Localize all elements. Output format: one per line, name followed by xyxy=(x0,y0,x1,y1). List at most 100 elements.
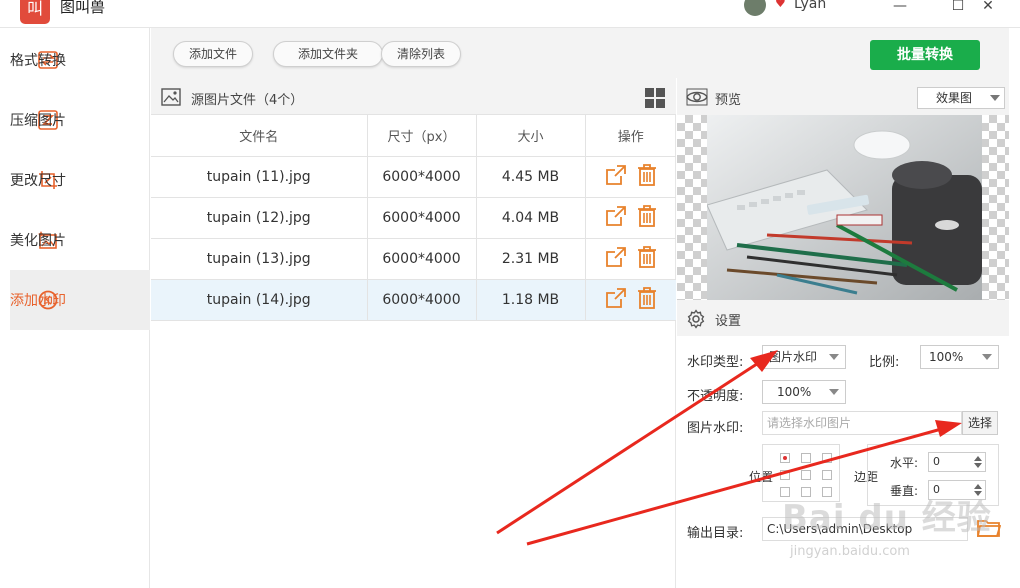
sidebar-item-resize[interactable]: 更改尺寸 xyxy=(10,150,150,210)
add-folder-button[interactable]: 添加文件夹 xyxy=(273,41,383,67)
position-cell-top-right[interactable] xyxy=(822,453,832,463)
clear-list-button[interactable]: 清除列表 xyxy=(381,41,461,67)
chevron-down-icon[interactable] xyxy=(974,463,982,468)
table-cell-size: 1.18 MB xyxy=(476,279,586,321)
position-cell-middle-right[interactable] xyxy=(822,470,832,480)
ratio-select[interactable]: 100% xyxy=(920,345,999,369)
watermark-image-input[interactable]: 请选择水印图片 xyxy=(762,411,962,435)
minimize-button[interactable]: — xyxy=(888,0,912,18)
table-cell-size-px: 6000*4000 xyxy=(367,156,477,198)
sidebar-item-format-convert[interactable]: 格式转换 xyxy=(10,30,150,90)
eye-icon xyxy=(686,88,708,110)
open-external-icon[interactable] xyxy=(605,287,627,313)
table-cell-name: tupain (12).jpg xyxy=(151,197,368,239)
batch-convert-button[interactable]: 批量转换 xyxy=(870,40,980,70)
sidebar-item-label: 压缩图片 xyxy=(10,113,66,129)
ratio-label: 比例: xyxy=(869,355,900,370)
table-cell-size-px: 6000*4000 xyxy=(367,279,477,321)
preview-mode-select[interactable]: 效果图 xyxy=(917,87,1005,109)
opacity-label: 不透明度: xyxy=(687,389,744,404)
open-external-icon[interactable] xyxy=(605,205,627,231)
table-cell-name: tupain (11).jpg xyxy=(151,156,368,198)
gear-icon xyxy=(686,309,706,333)
horizontal-label: 水平: xyxy=(890,456,919,470)
output-dir-value: C:\Users\admin\Desktop xyxy=(767,522,913,536)
toolbar: 添加文件 添加文件夹 清除列表 批量转换 xyxy=(151,28,1009,78)
position-cell-middle-center[interactable] xyxy=(801,470,811,480)
opacity-select[interactable]: 100% xyxy=(762,380,846,404)
table-cell-actions xyxy=(585,197,676,239)
avatar[interactable] xyxy=(744,0,766,16)
settings-title: 设置 xyxy=(715,314,742,329)
column-header-size: 大小 xyxy=(476,115,586,157)
table-cell-name: tupain (14).jpg xyxy=(151,279,368,321)
preview-title: 预览 xyxy=(715,93,742,108)
watermark-type-label: 水印类型: xyxy=(687,355,744,370)
position-cell-bottom-left[interactable] xyxy=(780,487,790,497)
output-dir-label: 输出目录: xyxy=(687,526,744,541)
add-file-button[interactable]: 添加文件 xyxy=(173,41,253,67)
column-header-actions: 操作 xyxy=(585,115,676,157)
table-row[interactable]: tupain (11).jpg 6000*4000 4.45 MB xyxy=(151,156,676,198)
settings-panel: 设置 水印类型: 图片水印 比例: 100% 不透明度: 100% 图片水印: … xyxy=(677,300,1009,588)
vertical-margin-stepper[interactable]: 0 xyxy=(928,480,986,500)
file-list-header: 源图片文件（4个） xyxy=(151,78,676,115)
open-external-icon[interactable] xyxy=(605,164,627,190)
chevron-up-icon[interactable] xyxy=(974,456,982,461)
delete-icon[interactable] xyxy=(637,245,657,272)
file-list-title: 源图片文件（4个） xyxy=(191,93,304,108)
sidebar-item-label: 更改尺寸 xyxy=(10,173,66,189)
table-row[interactable]: tupain (12).jpg 6000*4000 4.04 MB xyxy=(151,197,676,239)
table-cell-size: 4.45 MB xyxy=(476,156,586,198)
position-cell-bottom-center[interactable] xyxy=(801,487,811,497)
sidebar-item-label: 美化图片 xyxy=(10,233,66,249)
title-bar: 叫 图叫兽 ♥ Lyan — ☐ ✕ xyxy=(0,0,1020,28)
file-list-panel: 源图片文件（4个） 文件名 尺寸（px） 大小 操作 tupain (11).j… xyxy=(151,78,676,588)
maximize-button[interactable]: ☐ xyxy=(946,0,970,18)
table-cell-size: 4.04 MB xyxy=(476,197,586,239)
vertical-label: 垂直: xyxy=(890,484,919,498)
position-grid xyxy=(762,444,840,502)
folder-icon[interactable] xyxy=(976,518,1002,542)
open-external-icon[interactable] xyxy=(605,246,627,272)
table-cell-size-px: 6000*4000 xyxy=(367,238,477,280)
grid-view-icon[interactable] xyxy=(645,88,665,112)
position-cell-top-left[interactable] xyxy=(780,453,790,463)
position-cell-bottom-right[interactable] xyxy=(822,487,832,497)
chevron-down-icon xyxy=(829,354,839,360)
horizontal-margin-stepper[interactable]: 0 xyxy=(928,452,986,472)
close-button[interactable]: ✕ xyxy=(976,0,1000,18)
chevron-down-icon[interactable] xyxy=(974,491,982,496)
vip-heart-icon: ♥ xyxy=(775,0,786,10)
delete-icon[interactable] xyxy=(637,163,657,190)
table-cell-size-px: 6000*4000 xyxy=(367,197,477,239)
output-dir-input[interactable]: C:\Users\admin\Desktop xyxy=(762,517,968,541)
sidebar-item-watermark[interactable]: 印 添加水印 xyxy=(10,270,150,330)
table-row[interactable]: tupain (14).jpg 6000*4000 1.18 MB xyxy=(151,279,676,321)
table-cell-actions xyxy=(585,156,676,198)
sidebar-item-label: 添加水印 xyxy=(10,293,66,309)
chevron-down-icon xyxy=(829,389,839,395)
column-header-dimensions: 尺寸（px） xyxy=(367,115,477,157)
preview-mode-value: 效果图 xyxy=(936,91,973,105)
chevron-down-icon xyxy=(990,95,1000,101)
choose-watermark-button[interactable]: 选择 xyxy=(962,411,998,435)
position-cell-top-center[interactable] xyxy=(801,453,811,463)
user-name[interactable]: Lyan xyxy=(794,0,826,12)
sidebar-item-compress[interactable]: 压缩图片 xyxy=(10,90,150,150)
image-icon xyxy=(161,88,181,110)
watermark-type-select[interactable]: 图片水印 xyxy=(762,345,846,369)
sidebar-item-beautify[interactable]: 美化图片 xyxy=(10,210,150,270)
delete-icon[interactable] xyxy=(637,204,657,231)
position-cell-middle-left[interactable] xyxy=(780,470,790,480)
column-header-filename: 文件名 xyxy=(151,115,368,157)
preview-header: 预览 效果图 xyxy=(677,78,1009,115)
table-row[interactable]: tupain (13).jpg 6000*4000 2.31 MB xyxy=(151,238,676,280)
margin-box: 水平: 0 垂直: 0 xyxy=(867,444,999,506)
chevron-up-icon[interactable] xyxy=(974,484,982,489)
ratio-value: 100% xyxy=(929,350,964,364)
watermark-type-value: 图片水印 xyxy=(769,350,818,364)
watermark-image-placeholder: 请选择水印图片 xyxy=(767,416,852,430)
horizontal-margin-value: 0 xyxy=(933,455,940,468)
delete-icon[interactable] xyxy=(637,286,657,313)
